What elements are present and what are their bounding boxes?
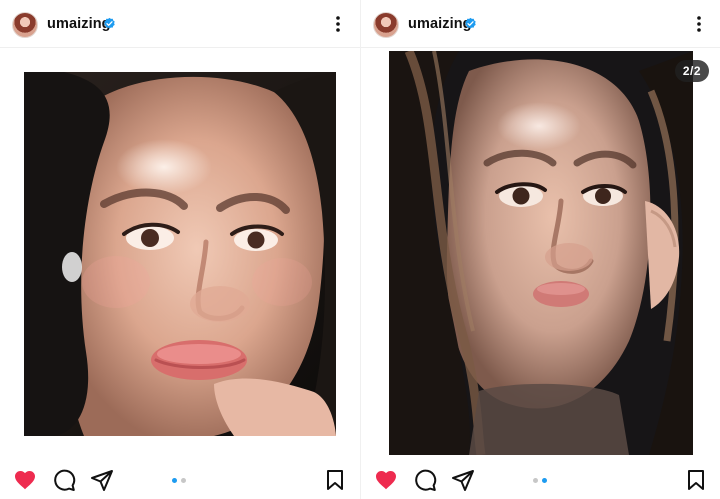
selfie-illustration: [389, 51, 693, 455]
username[interactable]: umaizing: [408, 16, 472, 32]
comment-icon[interactable]: [413, 468, 437, 492]
carousel-dot-active: [172, 478, 177, 483]
profile-avatar[interactable]: [12, 12, 38, 38]
comment-icon[interactable]: [52, 468, 76, 492]
post-header: umaizing: [0, 0, 360, 48]
more-vertical-icon[interactable]: [689, 14, 709, 34]
carousel-dot: [181, 478, 186, 483]
post-header: umaizing: [361, 0, 720, 48]
heart-filled-icon[interactable]: [374, 468, 398, 492]
profile-avatar[interactable]: [373, 12, 399, 38]
carousel-dot: [533, 478, 538, 483]
paper-plane-icon[interactable]: [90, 468, 114, 492]
paper-plane-icon[interactable]: [451, 468, 475, 492]
post-card-1: umaizing: [0, 0, 360, 499]
post-actions: [0, 456, 360, 499]
carousel-counter: 2/2: [674, 60, 709, 82]
post-card-2: umaizing 2/2: [360, 0, 720, 499]
post-actions: [361, 456, 720, 499]
selfie-illustration: [24, 72, 336, 436]
carousel-dot-active: [542, 478, 547, 483]
more-vertical-icon[interactable]: [328, 14, 348, 34]
heart-filled-icon[interactable]: [13, 468, 37, 492]
bookmark-icon[interactable]: [684, 468, 708, 492]
username[interactable]: umaizing: [47, 16, 111, 32]
post-photo: [24, 72, 336, 436]
post-media[interactable]: [0, 48, 360, 456]
post-photo: [389, 51, 693, 455]
feed: umaizing umaizing 2/2: [0, 0, 720, 499]
verified-badge-icon: [465, 17, 476, 29]
verified-badge-icon: [104, 17, 115, 29]
carousel-indicator: [172, 478, 186, 483]
bookmark-icon[interactable]: [323, 468, 347, 492]
post-media[interactable]: 2/2: [361, 48, 720, 456]
carousel-indicator: [533, 478, 547, 483]
